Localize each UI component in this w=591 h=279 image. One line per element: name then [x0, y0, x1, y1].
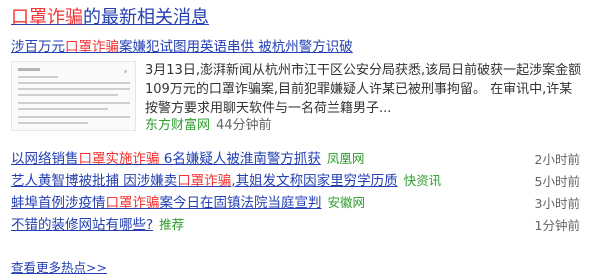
top-story-thumbnail[interactable] [11, 61, 136, 131]
news-item-title[interactable]: 蚌埠首例涉疫情口罩诈骗案今日在固镇法院当庭宣判 [11, 191, 322, 211]
top-story-summary: 3月13日,澎湃新闻从杭州市江干区公安分局获悉,该局日前破获一起涉案金额109万… [145, 63, 582, 116]
news-item: 艺人黄智博被批捕 因涉嫌卖口罩诈骗,其姐发文称因家里穷学历质 快资讯 5小时前 [11, 168, 586, 190]
top-story-meta: 东方财富网 44分钟前 [145, 117, 272, 135]
top-story-title-part: 涉百万元 [11, 39, 65, 55]
card-title-highlight: 口罩诈骗 [11, 7, 83, 28]
news-item-title[interactable]: 不错的装修网站有哪些? [11, 213, 153, 233]
news-item: 蚌埠首例涉疫情口罩诈骗案今日在固镇法院当庭宣判 安徽网 3小时前 [11, 190, 586, 212]
top-story-title-highlight: 口罩诈骗 [65, 39, 119, 55]
news-list: 以网络销售口罩实施诈骗 6名嫌疑人被淮南警方抓获 凤凰网 2小时前 艺人黄智博被… [11, 146, 586, 234]
news-item-time: 5小时前 [534, 174, 580, 189]
news-item-source: 安徽网 [327, 194, 366, 210]
top-story-title[interactable]: 涉百万元口罩诈骗案嫌犯试图用英语串供 被杭州警方识破 [11, 37, 353, 57]
news-item-time: 1分钟前 [534, 218, 580, 233]
news-item-title[interactable]: 以网络销售口罩实施诈骗 6名嫌疑人被淮南警方抓获 [11, 147, 321, 167]
top-story-source[interactable]: 东方财富网 [145, 118, 210, 133]
news-item: 不错的装修网站有哪些? 推荐 1分钟前 [11, 212, 586, 234]
news-item-source: 凤凰网 [326, 150, 365, 166]
top-story-title-part: 案嫌犯试图用英语串供 被杭州警方识破 [119, 39, 353, 55]
news-item-time: 2小时前 [534, 152, 580, 167]
news-item-source: 快资讯 [403, 172, 442, 188]
view-more-link[interactable]: 查看更多热点>> [11, 257, 107, 276]
news-item-source: 推荐 [159, 216, 185, 232]
news-item-time: 3小时前 [534, 196, 580, 211]
news-item: 以网络销售口罩实施诈骗 6名嫌疑人被淮南警方抓获 凤凰网 2小时前 [11, 146, 586, 168]
news-item-title[interactable]: 艺人黄智博被批捕 因涉嫌卖口罩诈骗,其姐发文称因家里穷学历质 [11, 169, 398, 189]
top-story-time: 44分钟前 [216, 118, 272, 133]
card-title[interactable]: 口罩诈骗的最新相关消息 [11, 6, 209, 30]
card-title-rest: 的最新相关消息 [83, 7, 209, 28]
